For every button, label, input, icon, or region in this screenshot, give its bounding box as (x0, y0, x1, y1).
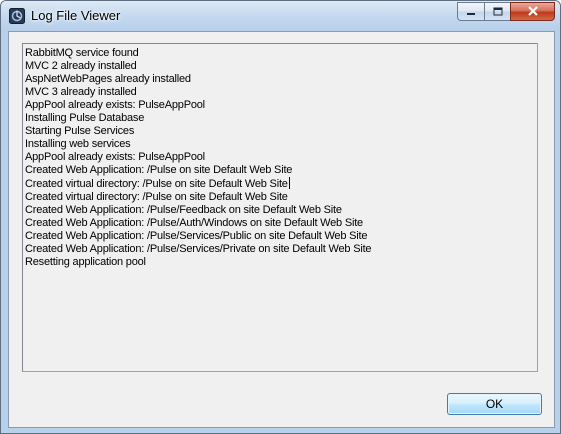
maximize-button[interactable] (484, 2, 510, 21)
log-line: MVC 2 already installed (25, 60, 137, 72)
window-title: Log File Viewer (31, 8, 121, 23)
log-line: Starting Pulse Services (25, 125, 135, 137)
log-line: Installing web services (25, 138, 131, 150)
pulse-app-icon (9, 8, 25, 24)
close-icon (527, 3, 539, 21)
caption-buttons (457, 2, 555, 22)
log-line: Created Web Application: /Pulse/Auth/Win… (25, 217, 363, 229)
log-line: AppPool already exists: PulseAppPool (25, 151, 205, 163)
dialog-client-area: RabbitMQ service found MVC 2 already ins… (8, 31, 555, 428)
close-button[interactable] (510, 2, 555, 21)
log-line: MVC 3 already installed (25, 86, 137, 98)
log-text-area[interactable]: RabbitMQ service found MVC 2 already ins… (22, 43, 538, 372)
log-line: RabbitMQ service found (25, 47, 139, 59)
log-line: AspNetWebPages already installed (25, 73, 191, 85)
log-line: Installing Pulse Database (25, 112, 145, 124)
log-line: Created Web Application: /Pulse/Services… (25, 243, 372, 255)
minimize-icon (466, 3, 476, 21)
log-line-with-caret: Created virtual directory: /Pulse on sit… (25, 177, 535, 191)
maximize-icon (493, 3, 503, 21)
log-file-viewer-window: Log File Viewer RabbitMQ service found M… (0, 0, 561, 434)
log-line: Resetting application pool (25, 256, 146, 268)
log-line-text: Created virtual directory: /Pulse on sit… (25, 178, 288, 190)
log-line: Created Web Application: /Pulse on site … (25, 164, 293, 176)
ok-button[interactable]: OK (447, 393, 542, 415)
log-line: Created Web Application: /Pulse/Services… (25, 230, 368, 242)
title-bar[interactable]: Log File Viewer (1, 1, 560, 31)
minimize-button[interactable] (457, 2, 484, 21)
log-line: AppPool already exists: PulseAppPool (25, 99, 205, 111)
log-line: Created virtual directory: /Pulse on sit… (25, 191, 288, 203)
text-caret (288, 177, 290, 189)
log-line: Created Web Application: /Pulse/Feedback… (25, 204, 342, 216)
